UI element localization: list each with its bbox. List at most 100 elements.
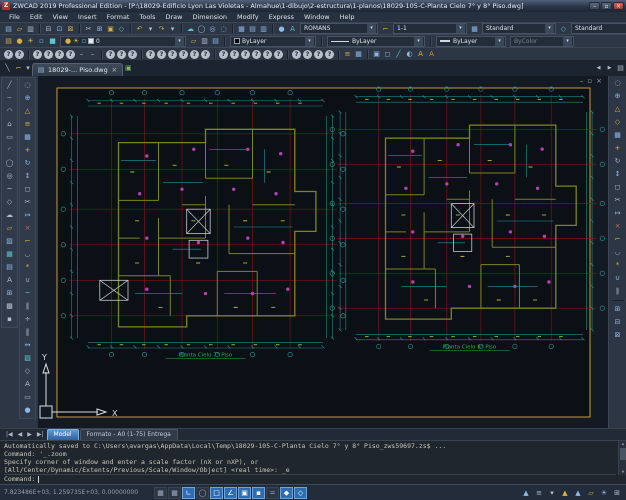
- fillet-icon[interactable]: ◡: [22, 248, 33, 261]
- region-icon[interactable]: ▩: [4, 300, 15, 313]
- redo-dropdown-icon[interactable]: ▾: [167, 24, 178, 34]
- polar-toggle[interactable]: ◯: [196, 487, 209, 499]
- text-style-icon[interactable]: A: [287, 24, 298, 34]
- mdi-minimize-icon[interactable]: –: [580, 77, 584, 86]
- draworder-front-icon[interactable]: ⊞: [612, 303, 623, 316]
- tab-formato-a0[interactable]: Formato - A0 (1-75) Entrega: [80, 429, 178, 440]
- text-icon[interactable]: A: [4, 274, 15, 287]
- divide-icon[interactable]: ÷: [22, 313, 33, 326]
- custom-tool-6[interactable]: ?: [66, 50, 75, 59]
- custom-tool-9[interactable]: ?: [128, 50, 137, 59]
- annotation-toggle[interactable]: ◇: [294, 487, 307, 499]
- menu-format[interactable]: Format: [102, 12, 135, 22]
- mdi-restore-icon[interactable]: ▫: [587, 77, 592, 86]
- chevron-down-icon[interactable]: ▾: [175, 37, 184, 46]
- table-icon[interactable]: ⊞: [4, 287, 15, 300]
- tab-scroll-right-icon[interactable]: ▶: [604, 63, 615, 73]
- user-account-icon[interactable]: ▲: [521, 488, 531, 498]
- copy-icon[interactable]: ⊕: [22, 92, 33, 105]
- rectangle-vp-icon[interactable]: ◻: [382, 49, 393, 59]
- custom-tool-20[interactable]: ?: [263, 50, 272, 59]
- explode-icon[interactable]: *: [612, 259, 623, 272]
- minimize-button[interactable]: –: [589, 2, 600, 10]
- custom-tool-1[interactable]: ?: [4, 50, 13, 59]
- custom-tool-23[interactable]: ?: [303, 50, 312, 59]
- scroll-down-icon[interactable]: ▼: [620, 469, 626, 475]
- plot-preview-icon[interactable]: ⊡: [54, 24, 65, 34]
- table-style-combo[interactable]: Standard ▾: [482, 23, 556, 34]
- fullscreen-icon[interactable]: ⊞: [612, 488, 622, 498]
- chamfer-icon[interactable]: ⌐: [612, 233, 623, 246]
- annotate-a1-icon[interactable]: A: [415, 49, 426, 59]
- hatch-icon[interactable]: ▦: [4, 248, 15, 261]
- command-scrollbar[interactable]: ▲ ▼: [618, 441, 626, 475]
- offset2-icon[interactable]: ∥: [612, 285, 623, 298]
- gradient-icon[interactable]: ▤: [4, 261, 15, 274]
- match-properties-icon[interactable]: ◇: [116, 24, 127, 34]
- draworder-back-icon[interactable]: ⊟: [612, 316, 623, 329]
- snap-toggle[interactable]: ▦: [154, 487, 167, 499]
- undo-icon[interactable]: ↶: [134, 24, 145, 34]
- zoom-realtime-icon[interactable]: ◯: [196, 24, 207, 34]
- extend-icon[interactable]: ↦: [22, 209, 33, 222]
- array-icon[interactable]: ▦: [22, 131, 33, 144]
- rotate-icon[interactable]: ↻: [612, 155, 623, 168]
- open-icon[interactable]: ▱: [14, 24, 25, 34]
- properties-palette-icon[interactable]: ▦: [236, 24, 247, 34]
- chevron-down-icon[interactable]: ▾: [456, 24, 465, 33]
- custom-tool-16[interactable]: ?: [219, 50, 228, 59]
- arc-icon[interactable]: ◜: [4, 144, 15, 157]
- chevron-down-icon[interactable]: ▾: [414, 37, 423, 46]
- stretch-icon[interactable]: ◻: [22, 183, 33, 196]
- plot-icon[interactable]: ⊟: [43, 24, 54, 34]
- polygon-icon[interactable]: ⌂: [4, 118, 15, 131]
- menu-tools[interactable]: Tools: [134, 12, 160, 22]
- dyn-toggle[interactable]: ▣: [238, 487, 251, 499]
- mleader-style-icon[interactable]: ◇: [558, 24, 569, 34]
- menu-dimension[interactable]: Dimension: [187, 12, 232, 22]
- ortho-toggle[interactable]: ∟: [182, 487, 195, 499]
- publish-icon[interactable]: ⊠: [65, 24, 76, 34]
- custom-tool-7[interactable]: ?: [106, 50, 115, 59]
- layer-walk-icon[interactable]: ▥: [199, 36, 210, 46]
- paste-icon[interactable]: ▣: [105, 24, 116, 34]
- custom-tool-24[interactable]: ?: [314, 50, 323, 59]
- grid-toggle[interactable]: ▦: [168, 487, 181, 499]
- close-button[interactable]: ×: [613, 2, 624, 10]
- stretch-icon[interactable]: ◻: [612, 181, 623, 194]
- pan-icon[interactable]: ☁: [185, 24, 196, 34]
- move-icon[interactable]: +: [612, 142, 623, 155]
- lwt-toggle[interactable]: ▪: [252, 487, 265, 499]
- layer-chip-icon[interactable]: ■: [47, 36, 58, 46]
- erase-icon[interactable]: ◌: [612, 77, 623, 90]
- spline-icon[interactable]: ~: [4, 183, 15, 196]
- tab-scroll-left-icon[interactable]: ◀: [593, 63, 604, 73]
- help-sphere-icon[interactable]: ●: [276, 24, 287, 34]
- array-icon[interactable]: ▦: [612, 129, 623, 142]
- edit-hatch-icon[interactable]: ▨: [22, 352, 33, 365]
- dim-style-combo[interactable]: 1-1 ▾: [393, 23, 467, 34]
- trim-icon[interactable]: ✂: [612, 194, 623, 207]
- boundary-icon[interactable]: ▭: [22, 391, 33, 404]
- custom-tool-2[interactable]: ?: [15, 50, 24, 59]
- chevron-down-icon[interactable]: ▾: [495, 37, 504, 46]
- clip-vp-icon[interactable]: ◐: [404, 49, 415, 59]
- trim-icon[interactable]: ✂: [22, 196, 33, 209]
- command-window[interactable]: Automatically saved to C:\Users\avargas\…: [0, 440, 626, 484]
- lengthen-icon[interactable]: ↔: [22, 339, 33, 352]
- layer-combo[interactable]: ● ☀ ▫ 0 ▾: [60, 36, 186, 47]
- osnap-toggle[interactable]: □: [210, 487, 223, 499]
- draworder-under-icon[interactable]: ⊠: [612, 329, 623, 342]
- chevron-down-icon[interactable]: ▾: [367, 24, 376, 33]
- line-icon[interactable]: ╱: [4, 79, 15, 92]
- design-center-icon[interactable]: ▤: [247, 24, 258, 34]
- custom-tool-5[interactable]: ?: [55, 50, 64, 59]
- make-layer-current-icon[interactable]: ▱: [188, 36, 199, 46]
- scrollbar-thumb[interactable]: [620, 448, 626, 460]
- custom-tool-14[interactable]: ?: [190, 50, 199, 59]
- sync-user-icon[interactable]: ▲: [573, 488, 583, 498]
- menu-insert[interactable]: Insert: [73, 12, 102, 22]
- offset-icon[interactable]: ≡: [22, 118, 33, 131]
- menu-edit[interactable]: Edit: [25, 12, 48, 22]
- redo-icon[interactable]: ↷: [156, 24, 167, 34]
